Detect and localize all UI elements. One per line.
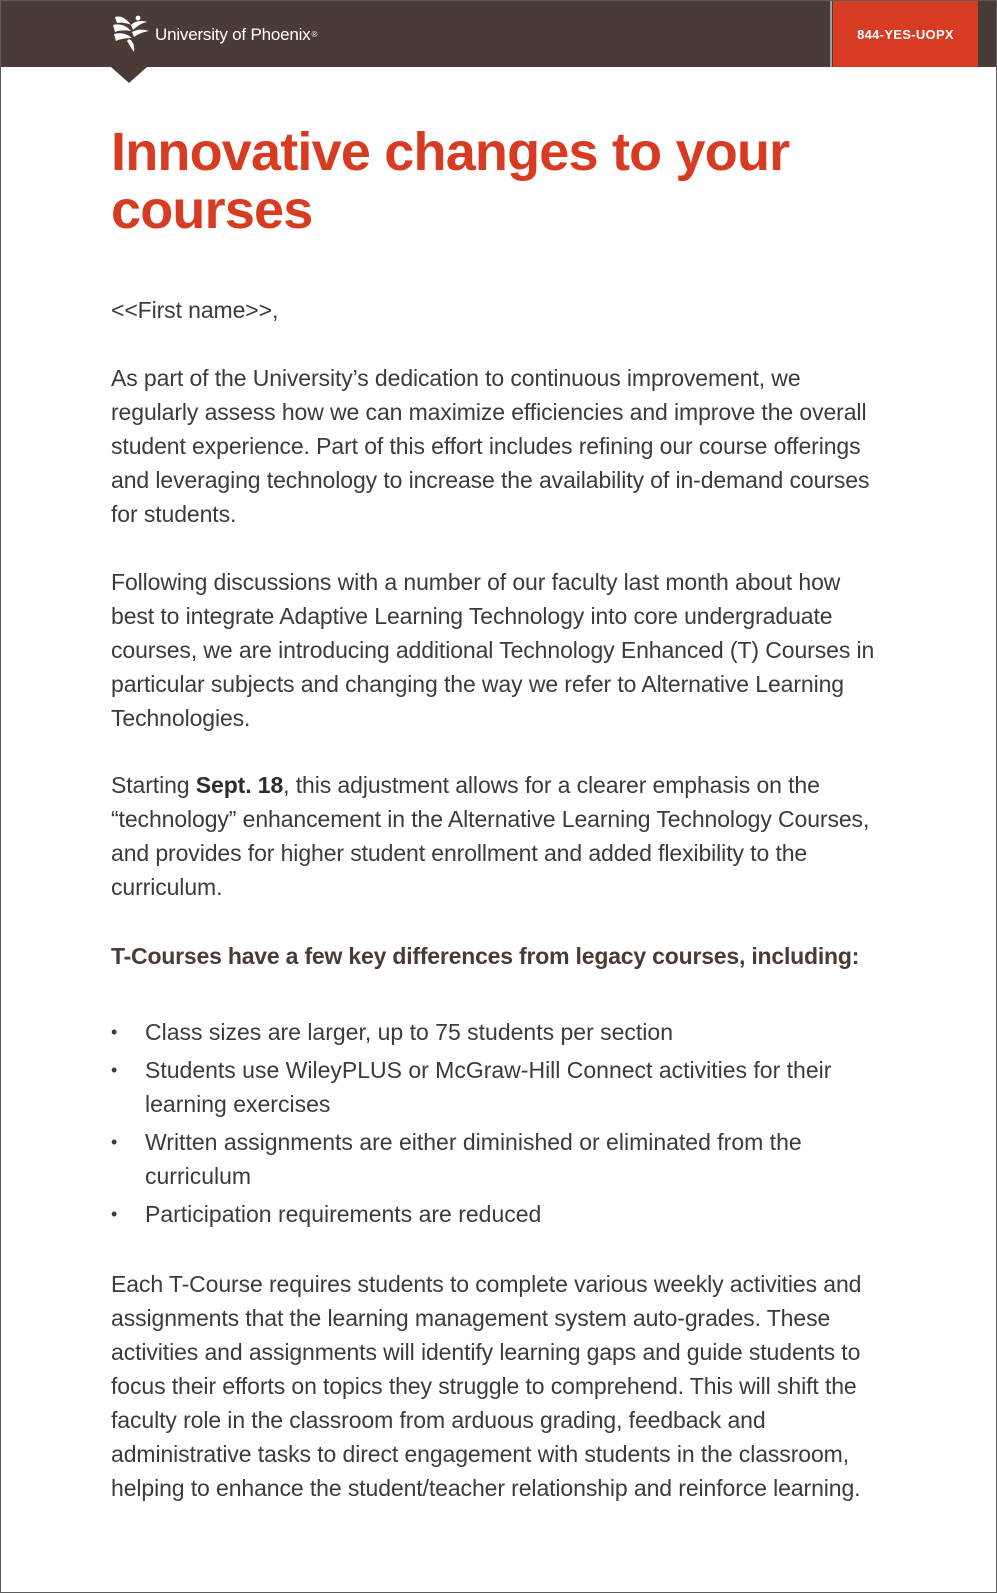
header-bar: University of Phoenix® 844-YES-UOPX: [1, 1, 996, 67]
header-notch: [111, 67, 147, 83]
brand-text: University of Phoenix: [155, 25, 311, 44]
list-item-text: Participation requirements are reduced: [145, 1201, 542, 1227]
p3-text-start: Starting: [111, 772, 196, 798]
phoenix-logo-icon: [113, 15, 149, 52]
list-item-text: Written assignments are either diminishe…: [145, 1129, 802, 1189]
phone-number-badge[interactable]: 844-YES-UOPX: [833, 1, 978, 67]
list-item: • Class sizes are larger, up to 75 studen…: [111, 1015, 881, 1049]
paragraph-t-course-details: Each T-Course requires students to compl…: [111, 1271, 862, 1501]
phone-number[interactable]: 844-YES-UOPX: [857, 27, 954, 42]
list-item: • Participation requirements are reduced: [111, 1197, 881, 1231]
bullet-icon: •: [111, 1204, 118, 1224]
differences-heading: T-Courses have a few key differences fro…: [111, 943, 860, 969]
list-item-text: Students use WileyPLUS or McGraw-Hill Co…: [145, 1057, 832, 1117]
phone-divider: [830, 1, 832, 67]
list-item: • Students use WileyPLUS or McGraw-Hill C…: [111, 1053, 881, 1121]
document-page: University of Phoenix® 844-YES-UOPX Inno…: [0, 0, 997, 1593]
registered-mark: ®: [311, 30, 318, 39]
differences-list: • Class sizes are larger, up to 75 studen…: [111, 1015, 881, 1235]
paragraph-faculty-discussion: Following discussions with a number of o…: [111, 569, 875, 731]
paragraph-start-date: Starting Sept. 18, this adjustment allow…: [111, 768, 881, 904]
bullet-icon: •: [111, 1022, 118, 1042]
brand-name: University of Phoenix®: [155, 25, 317, 45]
bullet-icon: •: [111, 1132, 118, 1152]
paragraph-intro: As part of the University’s dedication t…: [111, 365, 870, 527]
greeting: <<First name>>,: [111, 297, 279, 323]
start-date: Sept. 18: [195, 772, 284, 798]
page-title: Innovative changes to your courses: [111, 122, 790, 240]
list-item: • Written assignments are either diminish…: [111, 1125, 881, 1193]
list-item-text: Class sizes are larger, up to 75 student…: [145, 1019, 674, 1045]
bullet-icon: •: [111, 1060, 118, 1080]
